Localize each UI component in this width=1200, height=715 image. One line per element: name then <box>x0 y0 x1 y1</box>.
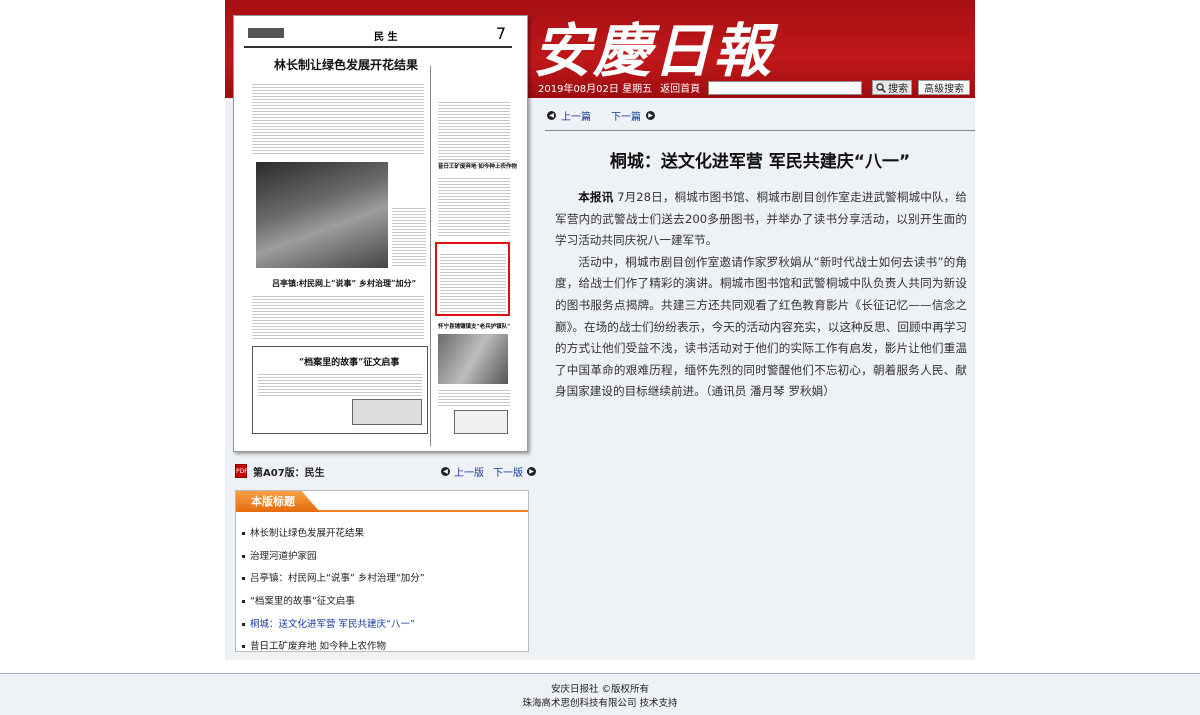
next-page-label: 下一版 <box>493 468 523 479</box>
advanced-search-button[interactable]: 高級搜索 <box>918 80 971 95</box>
search-button[interactable]: 搜索 <box>872 80 913 95</box>
bullet-icon <box>242 645 245 649</box>
thumbnail-text-block <box>438 388 510 406</box>
thumbnail-text-block <box>252 82 424 156</box>
thumbnail-text-block <box>438 100 510 166</box>
home-link[interactable]: 返回首頁 <box>660 80 700 95</box>
thumbnail-section: 民 生 <box>374 32 398 43</box>
thumbnail-subheadline[interactable]: 吕亭镇:村民网上“说事” 乡村治理“加分” <box>272 278 416 289</box>
thumbnail-text-block <box>392 206 426 268</box>
thumbnail-headline[interactable]: 林长制让绿色发展开花结果 <box>274 56 418 73</box>
chevron-left-icon: ◀ <box>441 467 450 476</box>
article-paragraph: 本报讯 7月28日，桐城市图书馆、桐城市剧目创作室走进武警桐城中队，给军营内的武… <box>555 190 967 248</box>
page-container: 安慶日報 2019年08月02日 星期五 返回首頁 搜索 高級搜索 民 生 7 … <box>225 0 975 660</box>
masthead-logo: 安慶日報 <box>533 17 774 85</box>
thumbnail-header: 民 生 7 <box>244 24 512 48</box>
prev-page-label: 上一版 <box>454 468 484 479</box>
bullet-icon <box>242 577 245 581</box>
chevron-right-icon: ▶ <box>527 467 536 476</box>
thumbnail-subheadline[interactable]: 怀宁县铺镶镇支“老兵护镇队” <box>438 322 510 330</box>
page-navigation: PDF 第A07版：民生 ◀ 上一版 下一版 ▶ <box>235 463 540 479</box>
bullet-icon <box>242 554 245 558</box>
next-article-link[interactable]: 下一篇 <box>611 108 641 123</box>
footer: 安庆日报社 ©版权所有 珠海高术思创科技有限公司 技术支持 <box>0 673 1200 715</box>
thumbnail-text-block <box>438 176 510 238</box>
thumbnail-subheadline[interactable]: 昔日工矿废弃地 如今种上农作物 <box>438 162 517 170</box>
article-paragraph: 活动中，桐城市剧目创作室邀请作家罗秋娟从“新时代战士如何去读书”的角度，给战士们… <box>555 254 967 399</box>
article-divider <box>545 130 975 131</box>
thumbnail-current-article-highlight[interactable] <box>435 242 510 316</box>
thumbnail-photo[interactable] <box>438 334 508 384</box>
headline-item[interactable]: “档案里的故事”征文启事 <box>242 595 425 618</box>
headlines-panel-title: 本版标题 <box>236 491 320 512</box>
thumbnail-column-divider <box>430 66 431 446</box>
article-body: 本报讯 7月28日，桐城市图书馆、桐城市剧目创作室走进武警桐城中队，给军营内的武… <box>555 187 967 403</box>
thumbnail-text-block <box>252 294 424 340</box>
article-lead: 本报讯 <box>578 190 614 204</box>
chevron-left-icon[interactable]: ◀ <box>547 111 556 120</box>
bullet-icon <box>242 622 245 626</box>
headline-item[interactable]: 昔日工矿废弃地 如今种上农作物 <box>242 640 425 651</box>
thumbnail-photo[interactable] <box>256 162 388 268</box>
bullet-icon <box>242 600 245 604</box>
header-toolbar: 2019年08月02日 星期五 返回首頁 搜索 高級搜索 <box>530 77 975 98</box>
pdf-icon[interactable]: PDF <box>235 464 248 478</box>
headlines-panel-header: 本版标题 <box>236 491 528 512</box>
bullet-icon <box>242 532 245 535</box>
thumbnail-text-block <box>440 252 506 312</box>
thumbnail-notice-title: “档案里的故事”征文启事 <box>299 358 400 368</box>
tech-support-text: 珠海高术思创科技有限公司 技术支持 <box>522 698 678 709</box>
issue-date: 2019年08月02日 星期五 <box>538 84 653 95</box>
thumbnail-text-block <box>258 372 422 396</box>
thumbnail-stamp-image <box>352 399 422 425</box>
chevron-right-icon[interactable]: ▶ <box>646 111 655 120</box>
headlines-panel: 本版标题 林长制让绿色发展开花结果 治理河道护家园 吕亭镇：村民网上“说事” 乡… <box>235 490 529 652</box>
search-input[interactable] <box>708 80 863 95</box>
thumbnail-logo <box>248 28 284 38</box>
thumbnail-page-number: 7 <box>495 24 506 43</box>
headline-item[interactable]: 治理河道护家园 <box>242 550 425 573</box>
article-navigation: ◀ 上一篇 下一篇 ▶ <box>547 108 655 123</box>
headline-item-active[interactable]: 桐城：送文化进军营 军民共建庆“八一” <box>242 618 425 641</box>
next-page-link[interactable]: 下一版 ▶ <box>493 464 536 479</box>
prev-article-link[interactable]: 上一篇 <box>561 108 591 123</box>
article-title: 桐城：送文化进军营 军民共建庆“八一” <box>609 152 911 172</box>
headline-item[interactable]: 林长制让绿色发展开花结果 <box>242 527 425 550</box>
headline-list: 林长制让绿色发展开花结果 治理河道护家园 吕亭镇：村民网上“说事” 乡村治理“加… <box>242 527 425 651</box>
headline-item[interactable]: 吕亭镇：村民网上“说事” 乡村治理“加分” <box>242 572 425 595</box>
prev-page-link[interactable]: ◀ 上一版 <box>441 464 484 479</box>
search-button-label: 搜索 <box>888 84 909 95</box>
copyright-text: 安庆日报社 ©版权所有 <box>550 684 650 695</box>
page-thumbnail[interactable]: 民 生 7 林长制让绿色发展开花结果 吕亭镇:村民网上“说事” 乡村治理“加分”… <box>233 15 528 452</box>
page-label: 第A07版：民生 <box>253 468 325 479</box>
thumbnail-ad-image <box>454 410 508 434</box>
search-icon <box>876 82 886 93</box>
